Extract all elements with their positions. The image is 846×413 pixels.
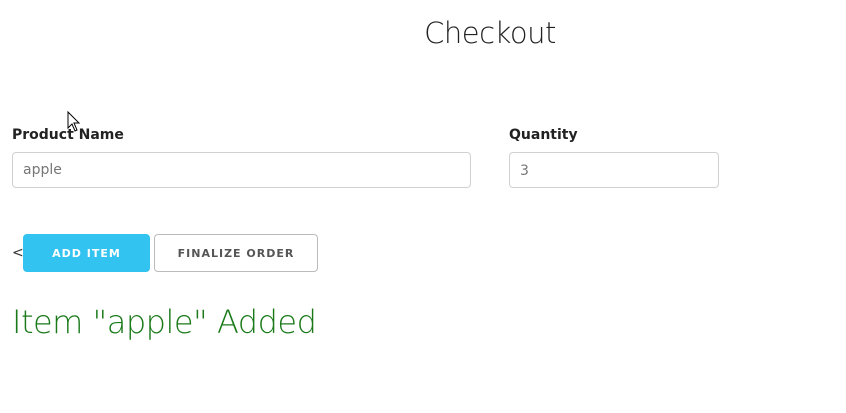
product-name-input[interactable]: apple: [12, 152, 471, 188]
mouse-pointer-icon: [67, 111, 81, 132]
quantity-label: Quantity: [509, 127, 578, 143]
quantity-input[interactable]: 3: [509, 152, 719, 188]
quantity-value: 3: [520, 163, 529, 179]
add-item-button[interactable]: ADD ITEM: [23, 234, 150, 272]
less-than-glyph: <: [12, 245, 24, 261]
page-title: Checkout: [424, 16, 556, 50]
finalize-order-button[interactable]: FINALIZE ORDER: [154, 234, 318, 272]
product-name-value: apple: [23, 162, 62, 178]
status-message: Item "apple" Added: [12, 303, 317, 341]
